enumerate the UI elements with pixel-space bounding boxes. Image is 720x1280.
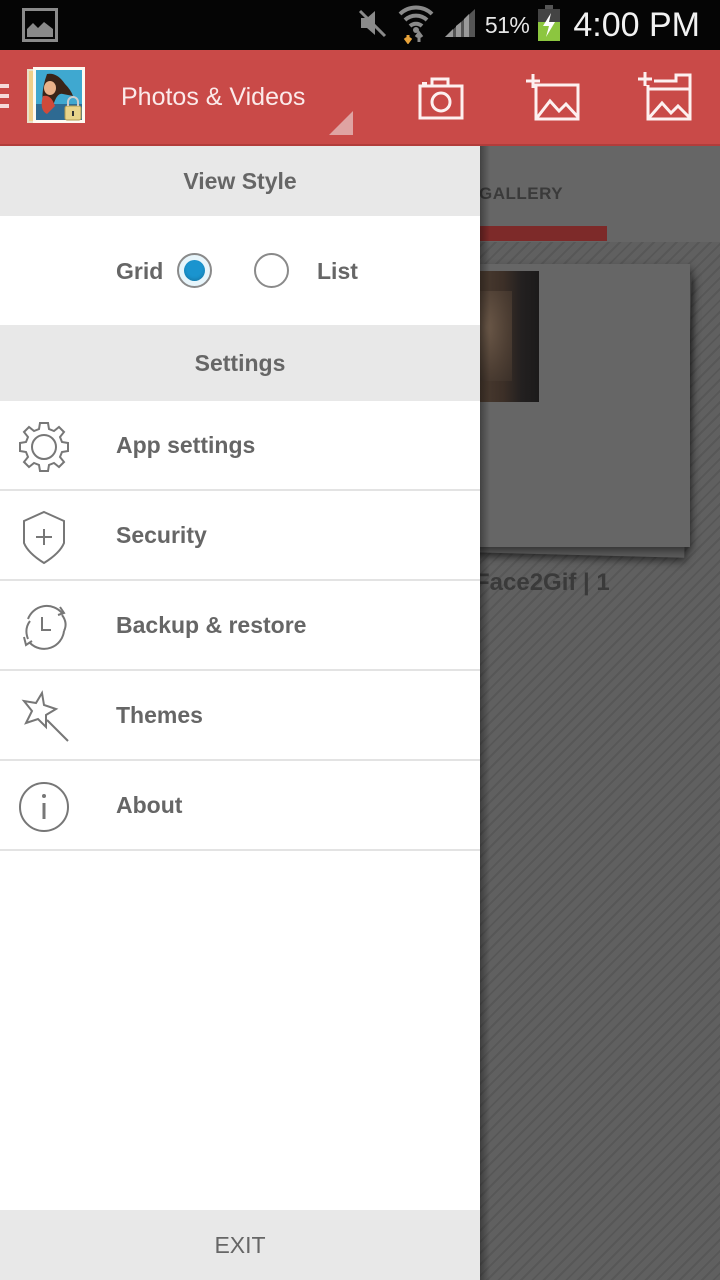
hamburger-icon[interactable] — [0, 84, 9, 114]
menu-item-app-settings[interactable]: App settings — [0, 401, 480, 491]
menu-label: Themes — [116, 702, 203, 728]
view-style-header: View Style — [0, 146, 480, 216]
backup-clock-icon — [23, 604, 67, 650]
clock: 4:00 PM — [573, 5, 700, 44]
tab-gallery: GALLERY — [479, 184, 564, 203]
grid-option-label[interactable]: Grid — [116, 258, 163, 285]
info-icon — [19, 782, 69, 832]
menu-item-themes[interactable]: Themes — [0, 671, 480, 761]
menu-item-backup-restore[interactable]: Backup & restore — [0, 581, 480, 671]
list-radio[interactable] — [254, 253, 289, 288]
tab-indicator — [480, 226, 607, 241]
menu-item-about[interactable]: About — [0, 761, 480, 851]
add-album-button[interactable] — [634, 68, 694, 128]
battery-percent: 51% — [484, 11, 530, 38]
navigation-drawer: View Style Grid List Settings App settin… — [0, 146, 480, 1280]
menu-label: App settings — [116, 432, 256, 458]
gear-icon — [19, 422, 69, 472]
battery-charging-icon — [537, 4, 561, 46]
menu-item-security[interactable]: Security — [0, 491, 480, 581]
settings-header: Settings — [0, 325, 480, 401]
mute-icon — [357, 7, 389, 44]
menu-label: Security — [116, 522, 207, 548]
shield-plus-icon — [23, 510, 65, 565]
album-card — [470, 264, 690, 547]
add-album-icon — [638, 72, 692, 121]
magic-wand-icon — [21, 690, 69, 742]
action-bar: Photos & Videos — [0, 50, 720, 146]
status-bar: 51% 4:00 PM — [0, 0, 720, 50]
add-image-icon — [526, 74, 580, 121]
wifi-icon — [397, 2, 435, 49]
add-image-button[interactable] — [522, 68, 582, 128]
menu-label: About — [116, 792, 183, 818]
album-label: Face2Gif | 1 — [475, 569, 610, 596]
background-tab-bar: GALLERY — [479, 146, 720, 242]
dropdown-indicator-icon[interactable] — [329, 111, 353, 135]
gallery-background: GALLERY Face2Gif | 1 — [466, 146, 720, 1280]
grid-radio[interactable] — [177, 253, 212, 288]
view-style-options: Grid List — [0, 216, 480, 325]
exit-button[interactable]: EXIT — [0, 1210, 480, 1280]
app-title[interactable]: Photos & Videos — [121, 83, 305, 112]
camera-button[interactable] — [410, 68, 470, 128]
list-option-label[interactable]: List — [317, 258, 358, 285]
app-icon[interactable] — [27, 66, 87, 128]
menu-label: Backup & restore — [116, 612, 307, 638]
image-notification-icon — [22, 8, 58, 47]
camera-icon — [418, 77, 464, 120]
drawer-shadow — [480, 146, 490, 1280]
signal-icon — [443, 7, 477, 44]
